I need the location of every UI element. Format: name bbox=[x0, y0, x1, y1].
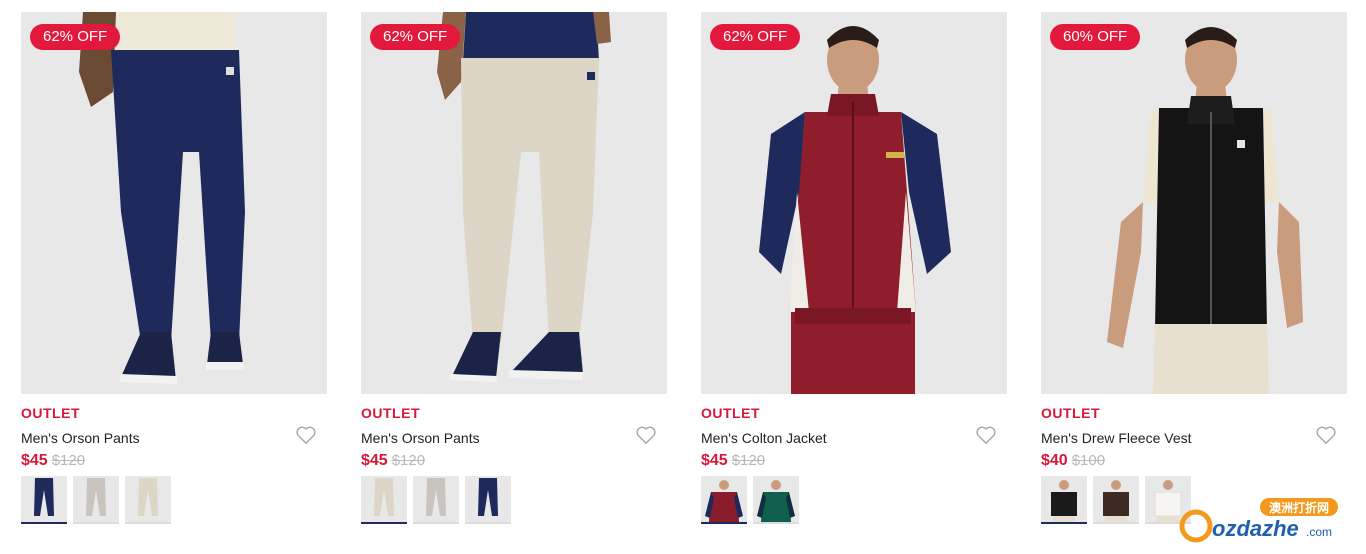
discount-badge: 62% OFF bbox=[30, 24, 121, 50]
product-name[interactable]: Men's Orson Pants bbox=[361, 429, 667, 447]
ozdazhe-watermark-logo: 澳洲打折网 ozdazhe .com bbox=[1179, 498, 1338, 543]
svg-text:.com: .com bbox=[1306, 525, 1332, 539]
color-swatch-navy[interactable] bbox=[465, 476, 511, 524]
product-card[interactable]: 60% OFF OUTLET Men's Drew Fleece Vest $4… bbox=[1041, 12, 1347, 524]
maroon-jacket-photo bbox=[759, 26, 951, 394]
outlet-label: OUTLET bbox=[361, 405, 420, 421]
product-card[interactable]: 62% OFF OUTLET Men's Orson Pants $45 $120 bbox=[361, 12, 667, 524]
outlet-label: OUTLET bbox=[21, 405, 80, 421]
heart-icon[interactable] bbox=[1315, 425, 1337, 445]
discount-badge: 60% OFF bbox=[1050, 24, 1141, 50]
original-price: $120 bbox=[391, 452, 426, 469]
heart-icon[interactable] bbox=[295, 425, 317, 445]
discount-badge: 62% OFF bbox=[710, 24, 801, 50]
beige-pants-photo bbox=[437, 12, 611, 382]
product-card[interactable]: 62% OFF OUTLET Men's Colton Jacket $45 $1… bbox=[701, 12, 1007, 524]
heart-icon[interactable] bbox=[975, 425, 997, 445]
color-swatch-beige[interactable] bbox=[125, 476, 171, 524]
discount-badge: 62% OFF bbox=[370, 24, 461, 50]
color-swatch-grey[interactable] bbox=[413, 476, 459, 524]
original-price: $120 bbox=[51, 452, 86, 469]
sale-price: $45 bbox=[361, 452, 388, 469]
color-swatch-maroon[interactable] bbox=[701, 476, 747, 524]
black-vest-photo bbox=[1107, 27, 1303, 394]
color-swatch-brown[interactable] bbox=[1093, 476, 1139, 524]
original-price: $120 bbox=[731, 452, 766, 469]
color-swatch-green[interactable] bbox=[753, 476, 799, 524]
product-image[interactable]: 62% OFF bbox=[21, 12, 327, 394]
product-name[interactable]: Men's Colton Jacket bbox=[701, 429, 1007, 447]
product-image[interactable]: 60% OFF bbox=[1041, 12, 1347, 394]
product-image[interactable]: 62% OFF bbox=[701, 12, 1007, 394]
original-price: $100 bbox=[1071, 452, 1106, 469]
svg-text:ozdazhe: ozdazhe bbox=[1212, 516, 1299, 541]
heart-icon[interactable] bbox=[635, 425, 657, 445]
navy-pants-photo bbox=[79, 12, 245, 384]
color-swatch-beige[interactable] bbox=[361, 476, 407, 524]
outlet-label: OUTLET bbox=[1041, 405, 1100, 421]
outlet-label: OUTLET bbox=[701, 405, 760, 421]
product-name[interactable]: Men's Orson Pants bbox=[21, 429, 327, 447]
product-image[interactable]: 62% OFF bbox=[361, 12, 667, 394]
sale-price: $45 bbox=[701, 452, 728, 469]
color-swatch-navy[interactable] bbox=[21, 476, 67, 524]
product-name[interactable]: Men's Drew Fleece Vest bbox=[1041, 429, 1347, 447]
product-card[interactable]: 62% OFF OUTLET Men's Orson Pants $45 $120 bbox=[21, 12, 327, 524]
color-swatch-black[interactable] bbox=[1041, 476, 1087, 524]
color-swatch-grey[interactable] bbox=[73, 476, 119, 524]
sale-price: $40 bbox=[1041, 452, 1068, 469]
sale-price: $45 bbox=[21, 452, 48, 469]
svg-text:澳洲打折网: 澳洲打折网 bbox=[1269, 500, 1329, 515]
